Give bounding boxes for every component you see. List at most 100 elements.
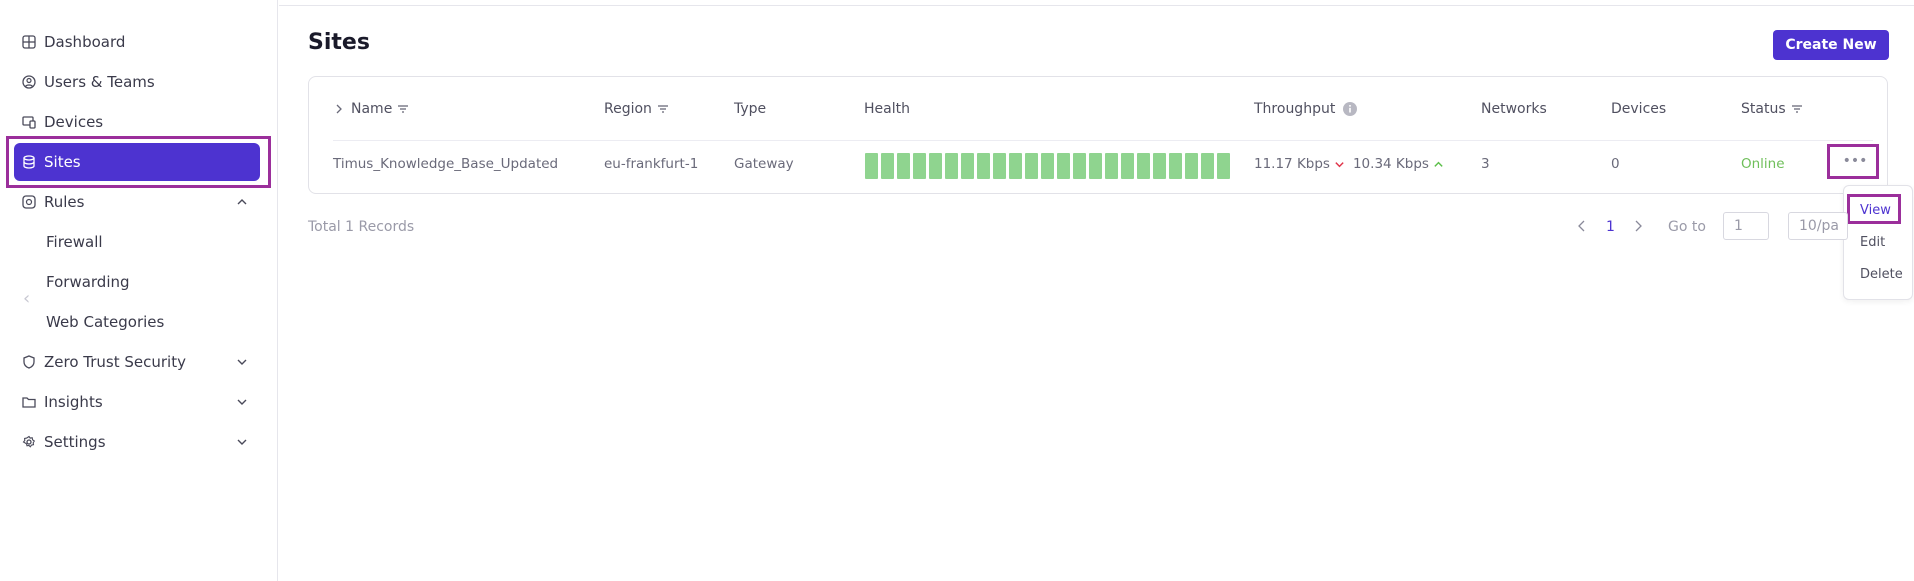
health-segment (1217, 153, 1230, 179)
dashboard-icon (22, 35, 36, 49)
sidebar-subitem-forwarding[interactable]: Forwarding (46, 273, 130, 291)
sidebar-item-users-teams[interactable]: Users & Teams (14, 63, 260, 101)
sidebar-item-insights[interactable]: Insights (14, 383, 260, 421)
create-new-button[interactable]: Create New (1773, 30, 1889, 60)
health-segment (1009, 153, 1022, 179)
sidebar-item-label: Rules (44, 193, 85, 211)
column-label: Devices (1611, 101, 1667, 117)
health-segment (1137, 153, 1150, 179)
cell-region: eu-frankfurt-1 (604, 156, 699, 172)
gear-icon (22, 435, 36, 449)
filter-icon[interactable] (657, 103, 669, 115)
page-number-current[interactable]: 1 (1606, 219, 1615, 235)
column-header-networks: Networks (1481, 101, 1547, 117)
sidebar-item-settings[interactable]: Settings (14, 423, 260, 461)
column-label: Throughput (1254, 101, 1336, 117)
column-header-name[interactable]: Name (333, 101, 409, 117)
chevron-down-icon (237, 439, 247, 445)
health-segment (1121, 153, 1134, 179)
folder-icon (22, 395, 36, 409)
menu-item-edit[interactable]: Edit (1860, 235, 1885, 250)
throughput-up-value: 10.34 Kbps (1352, 156, 1429, 172)
cell-throughput: 11.17 Kbps 10.34 Kbps (1254, 156, 1444, 172)
sidebar-item-label: Dashboard (44, 33, 126, 51)
cell-networks: 3 (1481, 156, 1490, 172)
health-segment (977, 153, 990, 179)
cell-status: Online (1741, 156, 1785, 172)
view-highlight-frame (1847, 194, 1901, 224)
health-bar (865, 153, 1230, 179)
sidebar-item-label: Insights (44, 393, 103, 411)
column-header-throughput: Throughput (1254, 101, 1358, 117)
health-segment (1025, 153, 1038, 179)
cell-name[interactable]: Timus_Knowledge_Base_Updated (333, 156, 558, 172)
header-divider (333, 140, 1873, 141)
sidebar-item-dashboard[interactable]: Dashboard (14, 23, 260, 61)
sites-table: Name Region Type Health Throughput Netwo… (308, 76, 1888, 194)
health-segment (913, 153, 926, 179)
health-segment (961, 153, 974, 179)
sites-highlight-frame (6, 136, 271, 188)
page-title: Sites (308, 30, 370, 55)
sidebar-subitem-web-categories[interactable]: Web Categories (46, 313, 164, 331)
health-segment (897, 153, 910, 179)
sidebar-item-label: Zero Trust Security (44, 353, 186, 371)
prev-page-icon[interactable] (1576, 219, 1588, 233)
column-header-health: Health (864, 101, 910, 117)
rules-icon (22, 195, 36, 209)
top-divider (279, 5, 1914, 6)
actions-highlight-frame (1827, 144, 1879, 179)
health-segment (881, 153, 894, 179)
chevron-up-icon (237, 199, 247, 205)
column-header-devices: Devices (1611, 101, 1666, 117)
health-segment (1153, 153, 1166, 179)
filter-icon[interactable] (397, 103, 409, 115)
cell-type: Gateway (734, 156, 794, 172)
health-segment (1089, 153, 1102, 179)
filter-icon[interactable] (1791, 103, 1803, 115)
health-segment (1169, 153, 1182, 179)
chevron-down-icon (237, 399, 247, 405)
next-page-icon[interactable] (1632, 219, 1644, 233)
goto-label: Go to (1668, 219, 1706, 235)
column-label: Type (734, 101, 767, 117)
sidebar-item-label: Users & Teams (44, 73, 155, 91)
throughput-down-value: 11.17 Kbps (1254, 156, 1330, 172)
chevron-right-icon[interactable] (333, 103, 345, 115)
health-segment (1057, 153, 1070, 179)
health-segment (865, 153, 878, 179)
sidebar-item-zero-trust-security[interactable]: Zero Trust Security (14, 343, 260, 381)
goto-page-input[interactable]: 1 (1723, 212, 1769, 240)
user-icon (22, 75, 36, 89)
sidebar-item-rules[interactable]: Rules (14, 183, 260, 221)
column-header-status[interactable]: Status (1741, 101, 1803, 117)
chevron-down-icon (237, 359, 247, 365)
shield-icon (22, 355, 36, 369)
devices-icon (22, 115, 36, 129)
column-label: Region (604, 101, 652, 117)
total-records: Total 1 Records (308, 219, 415, 235)
cell-devices: 0 (1611, 156, 1620, 172)
health-segment (993, 153, 1006, 179)
column-label: Status (1741, 101, 1786, 117)
sidebar-item-label: Devices (44, 113, 104, 131)
sidebar-subitem-firewall[interactable]: Firewall (46, 233, 103, 251)
column-label: Name (351, 101, 393, 117)
info-icon[interactable] (1343, 102, 1358, 116)
health-segment (929, 153, 942, 179)
sidebar-item-label: Settings (44, 433, 106, 451)
column-header-type: Type (734, 101, 766, 117)
column-label: Health (864, 101, 910, 117)
health-segment (1201, 153, 1214, 179)
sidebar: Dashboard Users & Teams Devices Sites Ru… (0, 0, 278, 581)
arrow-down-icon (1335, 161, 1344, 167)
collapse-arrow-icon[interactable]: ‹ (23, 288, 30, 309)
health-segment (1041, 153, 1054, 179)
page-size-select[interactable]: 10/pa (1788, 212, 1848, 240)
health-segment (1073, 153, 1086, 179)
column-label: Networks (1481, 101, 1547, 117)
column-header-region[interactable]: Region (604, 101, 669, 117)
arrow-up-icon (1434, 161, 1443, 167)
menu-item-delete[interactable]: Delete (1860, 267, 1903, 282)
health-segment (1105, 153, 1118, 179)
